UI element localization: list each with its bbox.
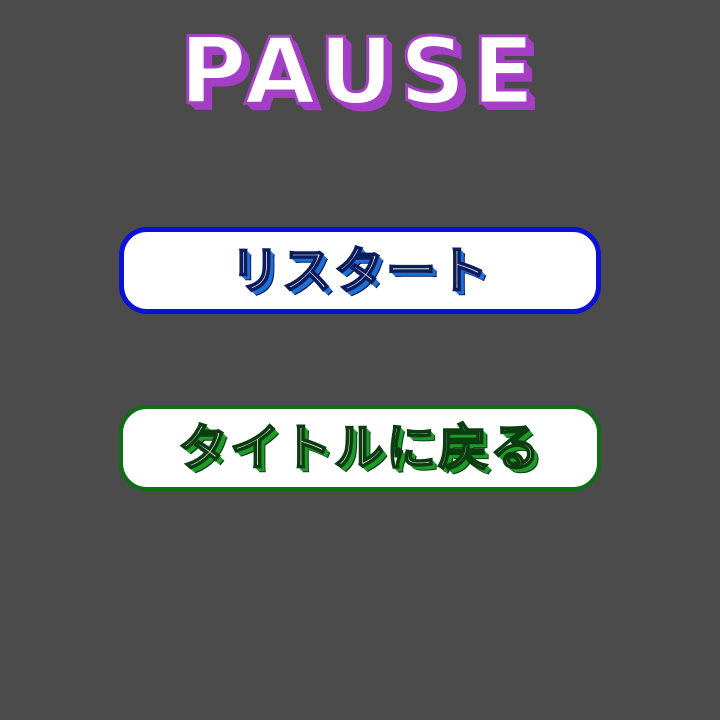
restart-button-label: リスタート <box>229 241 490 301</box>
restart-button[interactable]: リスタート <box>119 227 601 314</box>
back-to-title-button[interactable]: タイトルに戻る <box>119 405 601 491</box>
back-to-title-button-label: タイトルに戻る <box>177 418 542 478</box>
pause-title: PAUSE <box>178 18 541 125</box>
